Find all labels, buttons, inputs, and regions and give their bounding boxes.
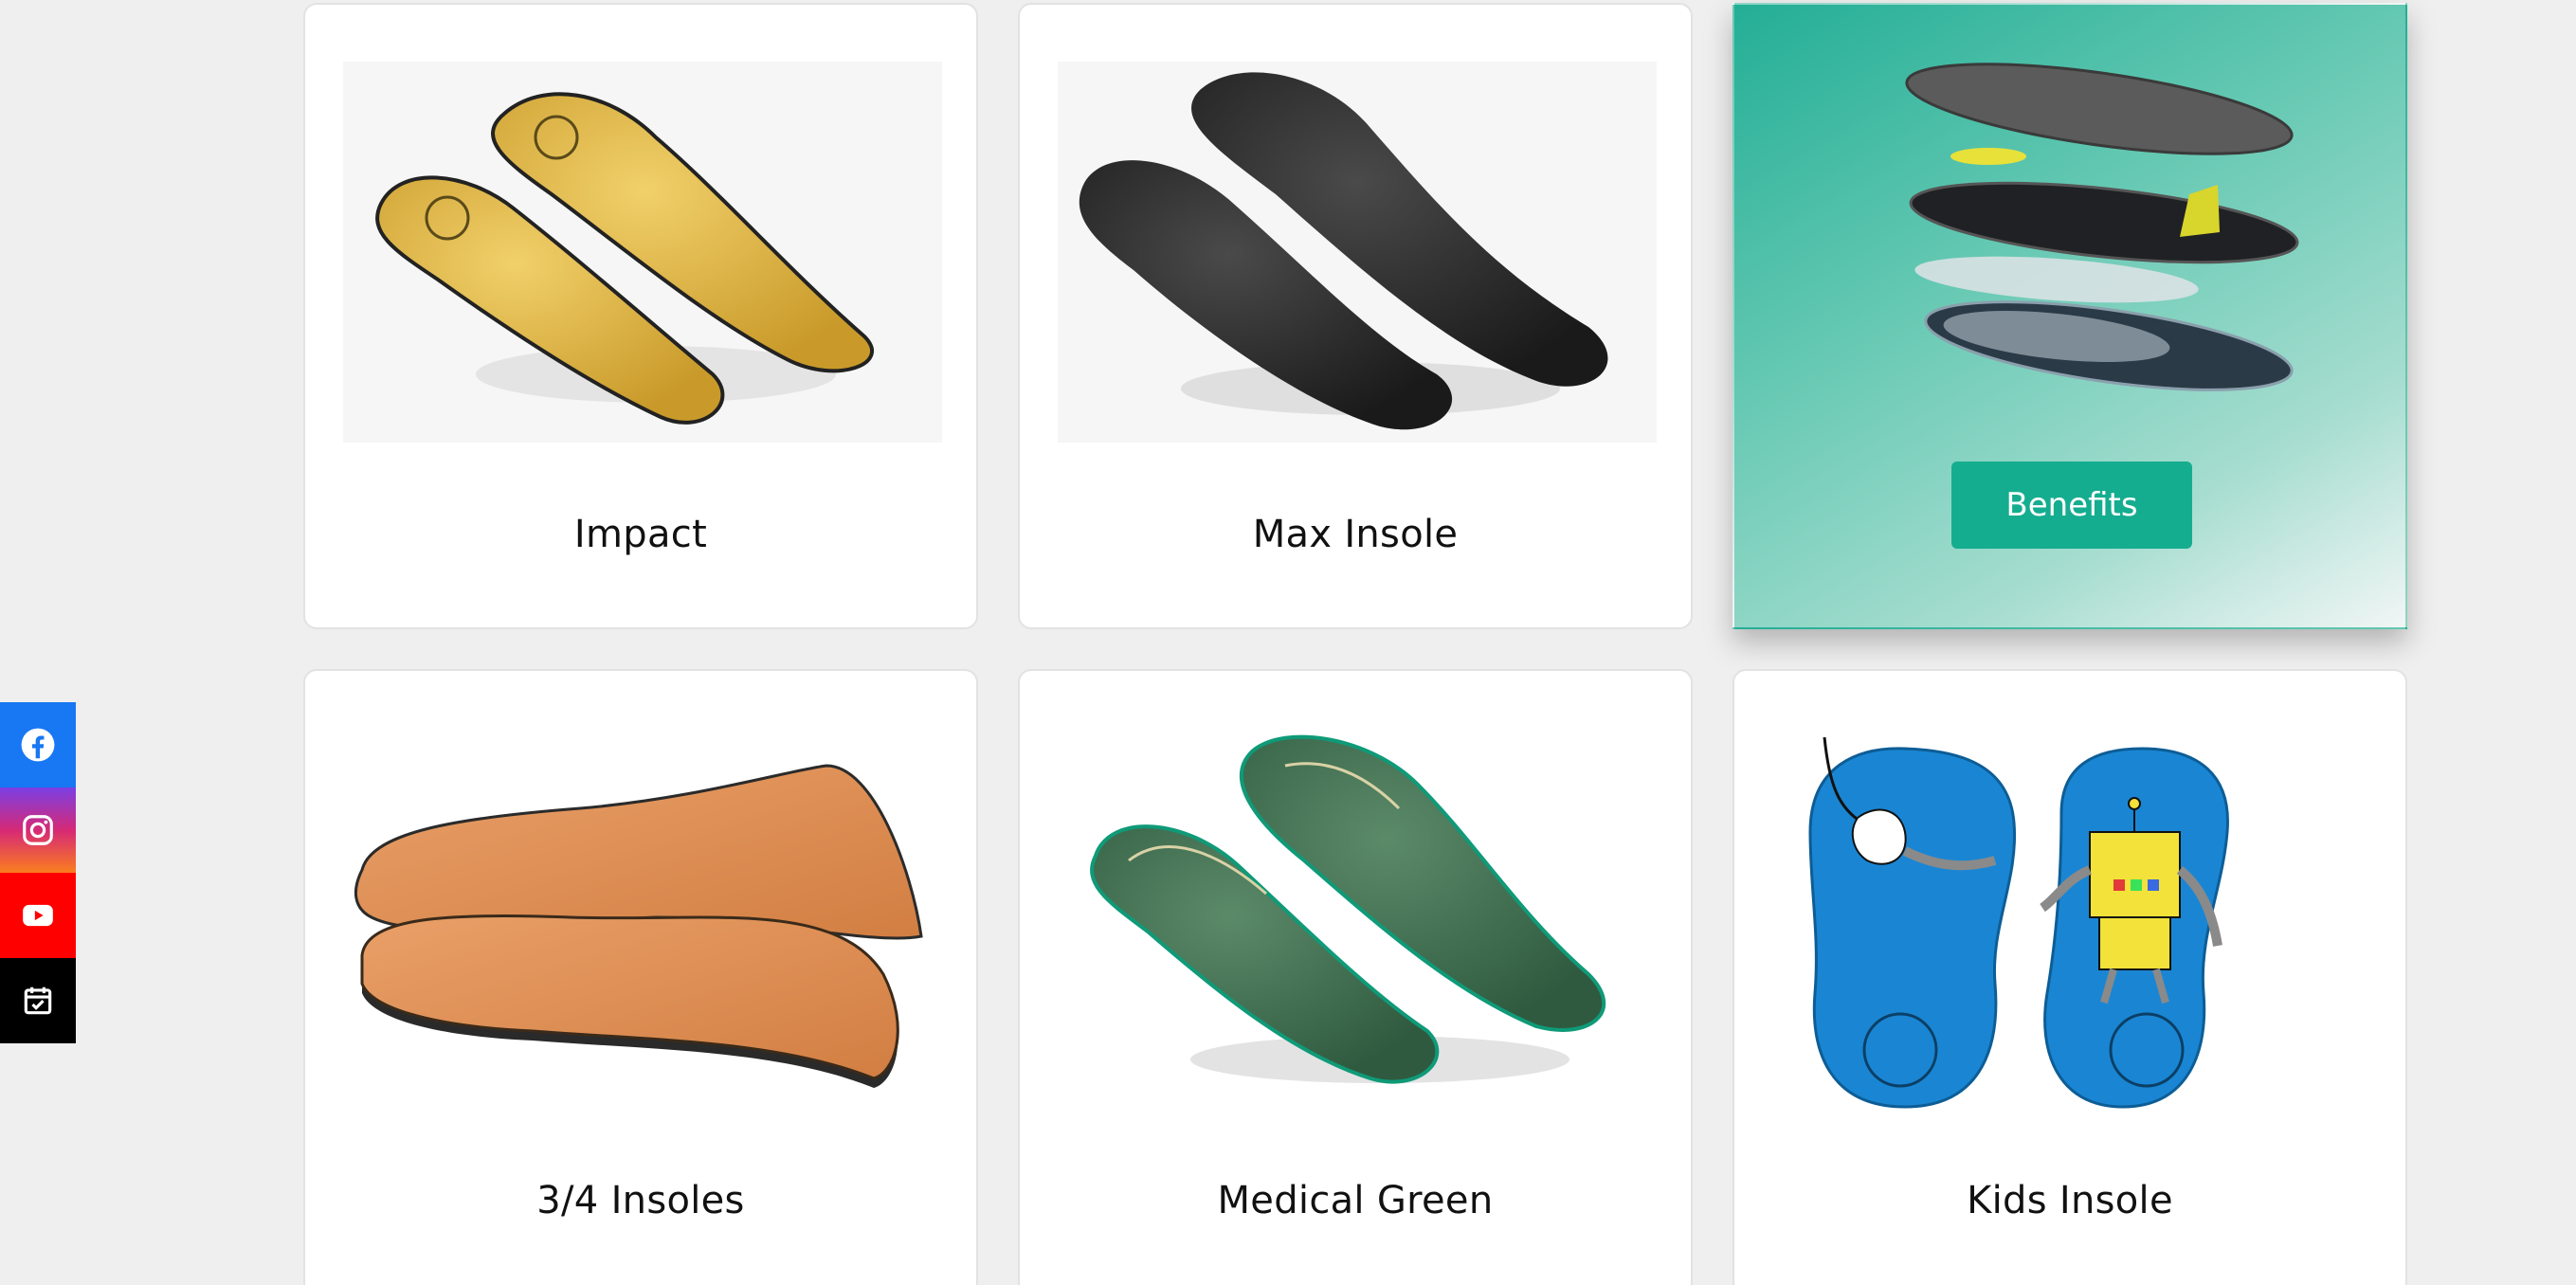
product-title: 3/4 Insoles [536,1179,745,1222]
product-title: Max Insole [1252,513,1459,556]
product-title: Impact [573,513,708,556]
product-card-three-quarter-insoles[interactable]: 3/4 Insoles [303,669,978,1285]
instagram-icon [23,815,53,845]
facebook-icon [21,728,55,762]
social-sidebar [0,702,76,1043]
facebook-button[interactable] [0,702,76,787]
youtube-icon [23,904,53,927]
product-card-medical-green[interactable]: Medical Green [1018,669,1693,1285]
product-card-kids-insole[interactable]: Kids Insole [1732,669,2407,1285]
black-insole-pair-image [1058,62,1657,443]
leather-three-quarter-insole-image [343,728,942,1109]
benefits-button[interactable]: Benefits [1951,462,2192,549]
product-title: Kids Insole [1967,1179,2173,1222]
product-title: Medical Green [1217,1179,1494,1222]
instagram-button[interactable] [0,787,76,873]
calendar-button[interactable] [0,958,76,1043]
calendar-check-icon [24,986,52,1015]
kids-blue-robot-insole-image [1772,728,2371,1109]
youtube-button[interactable] [0,873,76,958]
yellow-insole-pair-image [343,62,942,443]
green-insole-pair-image [1058,728,1657,1109]
product-card-featured[interactable]: Benefits [1732,3,2407,629]
product-grid: Impact Max Insole Benefits 3/4 Insoles M… [303,3,2407,1285]
product-card-max-insole[interactable]: Max Insole [1018,3,1693,629]
product-card-impact[interactable]: Impact [303,3,978,629]
insole-layers-exploded-image [1772,43,2371,441]
